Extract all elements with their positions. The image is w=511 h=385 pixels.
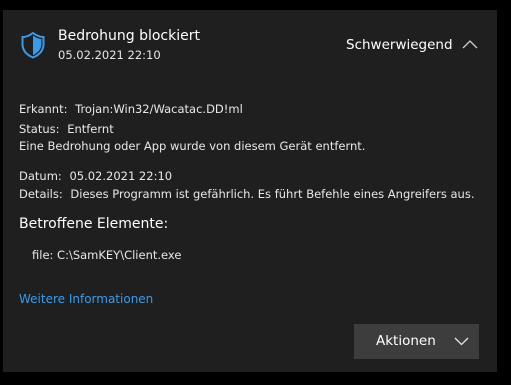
chevron-down-icon <box>454 337 469 346</box>
detected-value: Trojan:Win32/Wacatac.DD!ml <box>75 102 243 116</box>
date-value: 05.02.2021 22:10 <box>69 169 173 183</box>
detected-label: Erkannt: <box>19 102 68 116</box>
threat-date: 05.02.2021 22:10 <box>58 48 161 62</box>
detected-row: Erkannt: Trojan:Win32/Wacatac.DD!ml <box>19 101 243 117</box>
status-value: Entfernt <box>67 122 114 136</box>
more-info-link[interactable]: Weitere Informationen <box>19 291 153 307</box>
actions-button-label: Aktionen <box>376 333 436 349</box>
details-value: Dieses Programm ist gefährlich. Es führt… <box>70 187 475 201</box>
affected-item: file: C:\SamKEY\Client.exe <box>32 248 182 262</box>
description-text: Eine Bedrohung oder App wurde von diesem… <box>19 139 366 153</box>
threat-card: Bedrohung blockiert 05.02.2021 22:10 Sch… <box>3 10 497 372</box>
threat-title: Bedrohung blockiert <box>58 28 200 44</box>
date-row: Datum: 05.02.2021 22:10 <box>19 168 172 184</box>
actions-button[interactable]: Aktionen <box>354 324 479 359</box>
date-label: Datum: <box>19 169 62 183</box>
severity-label: Schwerwiegend <box>346 37 453 53</box>
details-row: Details: Dieses Programm ist gefährlich.… <box>19 186 474 202</box>
status-label: Status: <box>19 122 60 136</box>
shield-icon <box>21 31 45 59</box>
affected-items-title: Betroffene Elemente: <box>19 216 169 232</box>
status-row: Status: Entfernt <box>19 121 114 137</box>
details-label: Details: <box>19 187 63 201</box>
chevron-up-icon[interactable] <box>462 39 478 49</box>
threat-card-header[interactable]: Bedrohung blockiert 05.02.2021 22:10 Sch… <box>3 10 497 72</box>
